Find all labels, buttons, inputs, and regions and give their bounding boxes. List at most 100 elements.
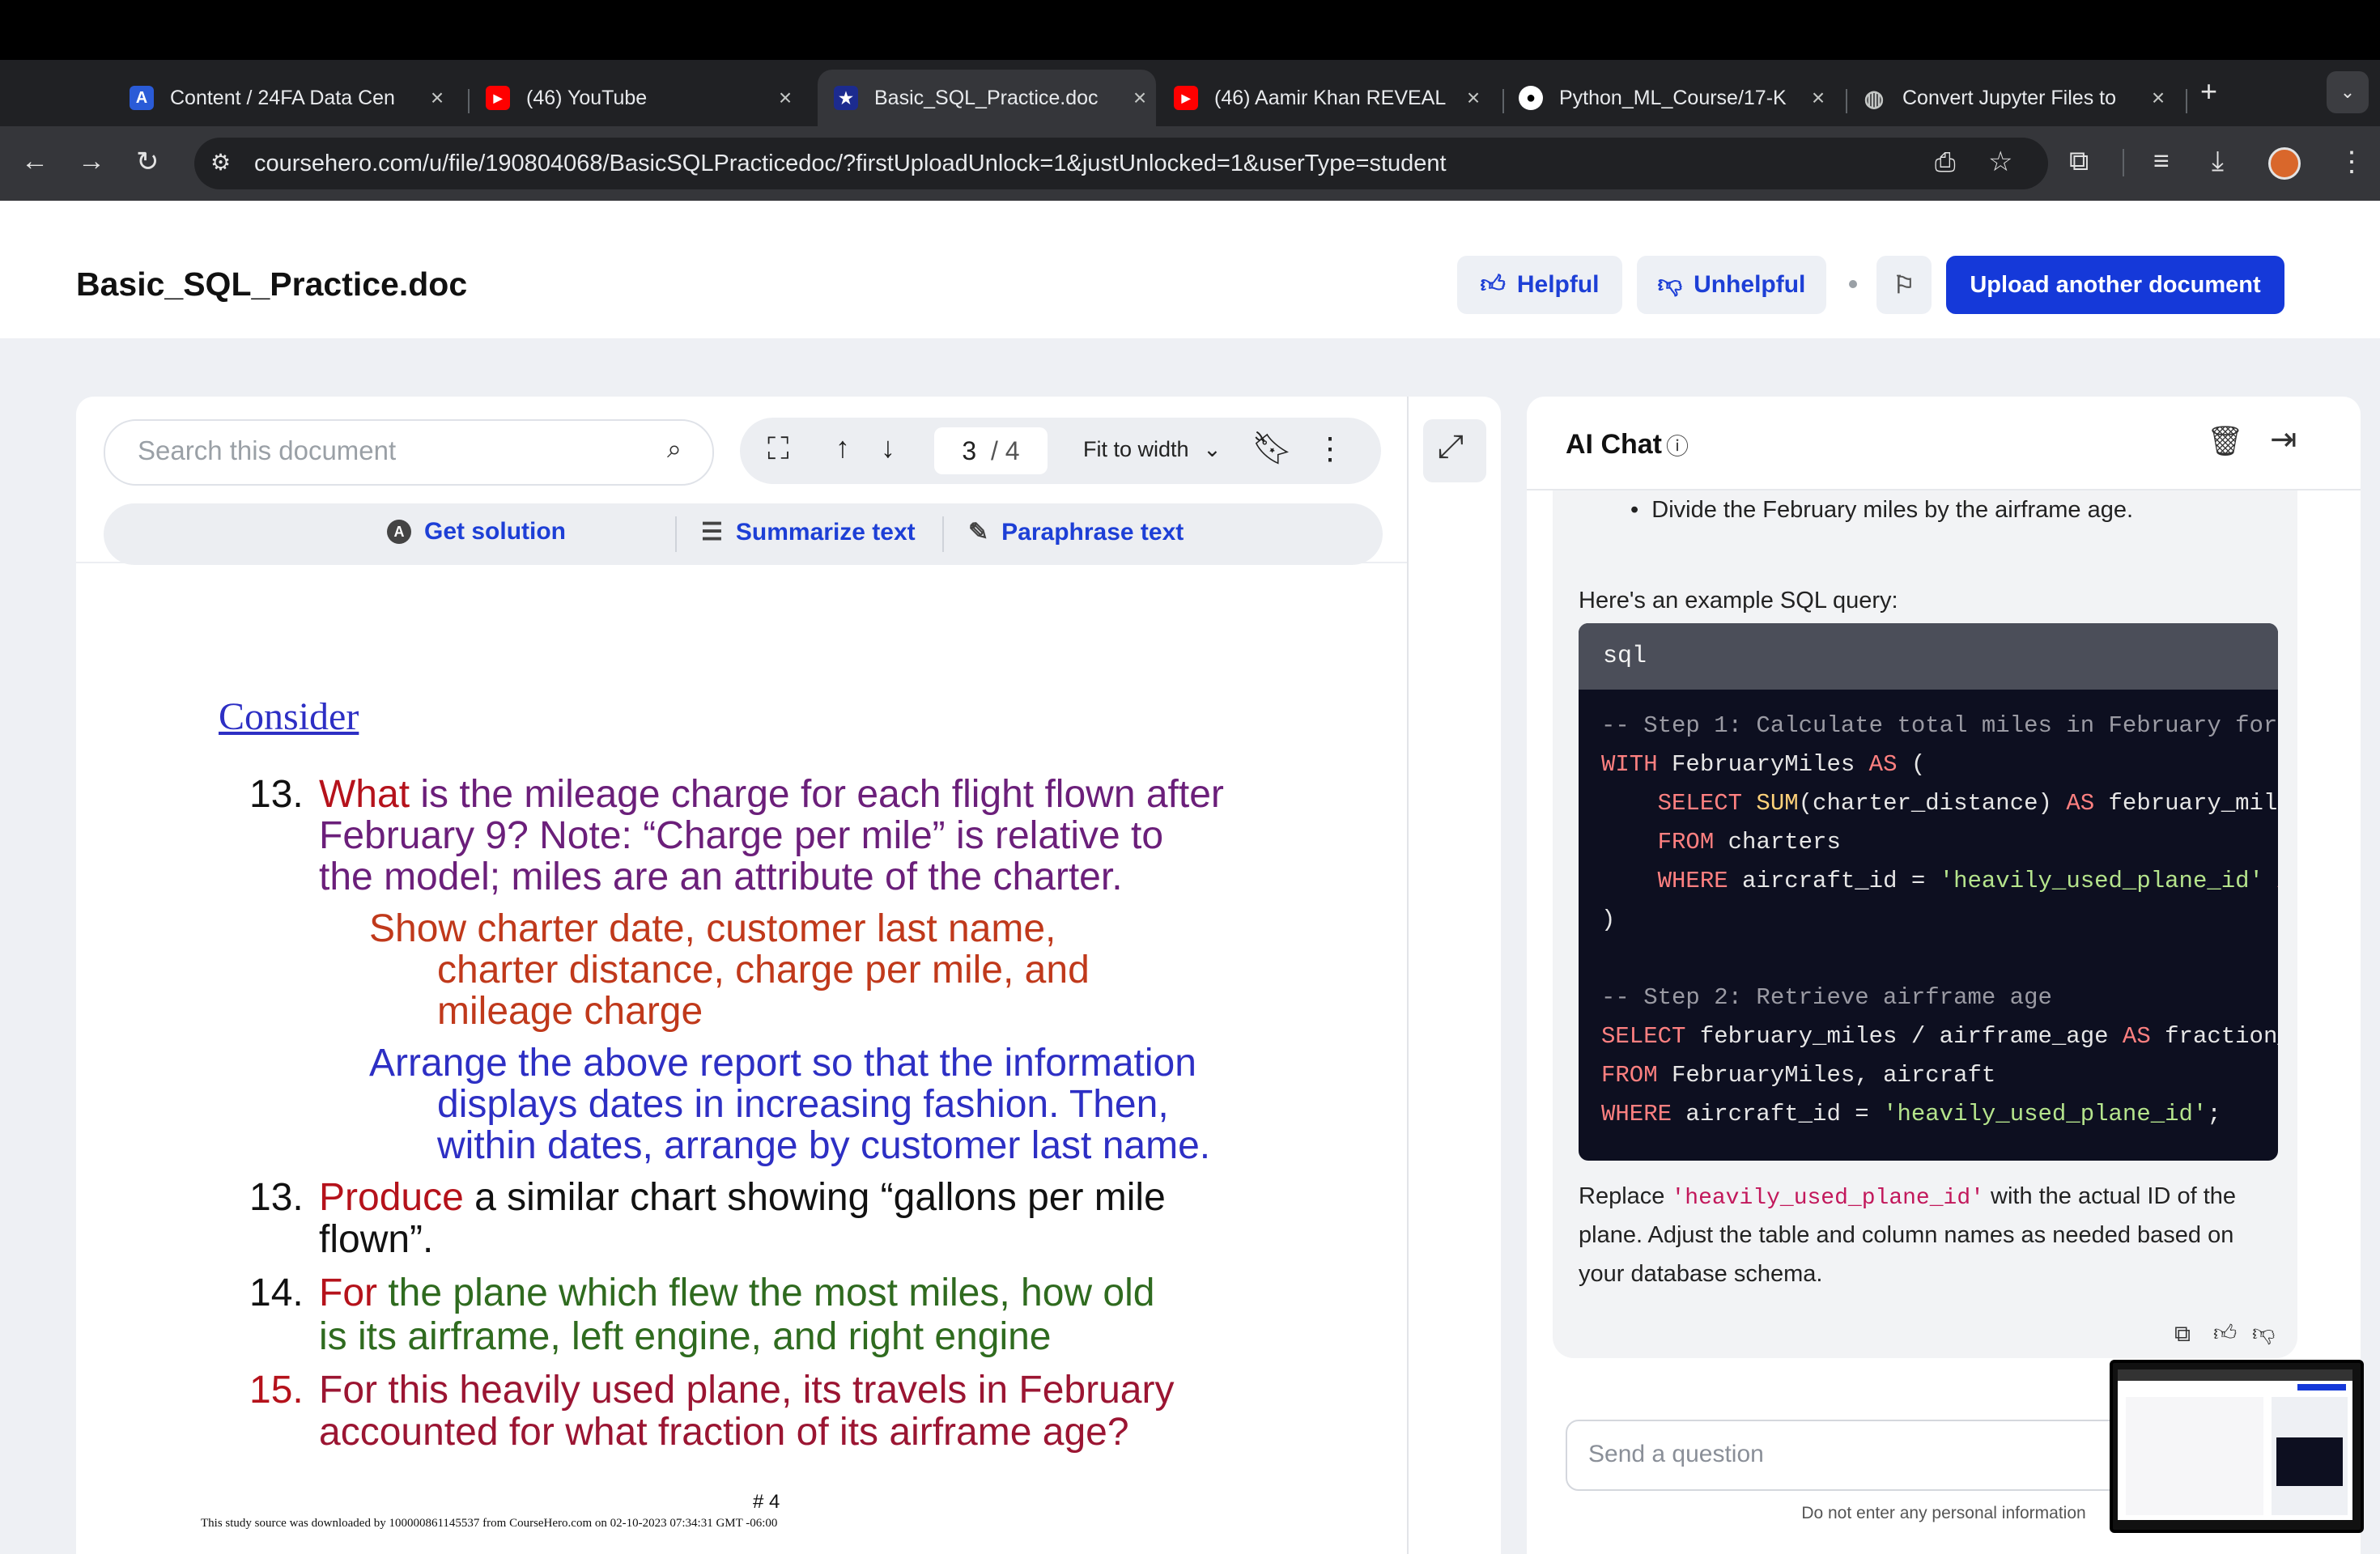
tab-content[interactable]: A Content / 24FA Data Cen ×: [130, 70, 453, 126]
upload-document-button[interactable]: Upload another document: [1946, 256, 2284, 314]
get-solution-button[interactable]: A Get solution: [387, 518, 566, 546]
install-app-icon[interactable]: ⎙: [1935, 147, 1956, 178]
new-tab-button[interactable]: +: [2200, 74, 2217, 108]
close-tab-icon[interactable]: ×: [1802, 85, 1834, 111]
page-indicator[interactable]: 3 / 4: [934, 427, 1048, 474]
q14-number: 14.: [249, 1272, 304, 1314]
thumbs-down-icon[interactable]: 👎︎: [2252, 1319, 2275, 1347]
pencil-icon: ✎: [968, 519, 989, 546]
code-language: sql: [1603, 643, 1647, 670]
bookmark-star-icon[interactable]: ☆: [1988, 146, 2012, 178]
chat-replace-line2: plane. Adjust the table and column names…: [1579, 1222, 2234, 1248]
unhelpful-button[interactable]: 👎︎ Unhelpful: [1637, 256, 1826, 314]
trash-icon[interactable]: 🗑︎: [2207, 424, 2244, 458]
tab-youtube[interactable]: ▶ (46) YouTube ×: [486, 70, 801, 126]
tab-aamir[interactable]: ▶ (46) Aamir Khan REVEAL ×: [1174, 70, 1490, 126]
download-icon[interactable]: ⤓: [2212, 146, 2224, 177]
bookmark-icon[interactable]: 🔖︎: [1252, 429, 1293, 467]
thumbs-down-icon: 👎︎: [1657, 271, 1683, 298]
search-placeholder: Search this document: [138, 435, 397, 465]
media-icon[interactable]: ≡: [2153, 146, 2170, 177]
code-block: sql -- Step 1: Calculate total miles in …: [1579, 623, 2278, 1161]
q15-number: 15.: [249, 1369, 304, 1412]
code-token: SELECT: [1601, 1023, 1686, 1050]
tab-search-button[interactable]: ⌄: [2327, 71, 2369, 113]
copy-icon[interactable]: ⧉: [2174, 1321, 2191, 1348]
close-tab-icon[interactable]: ×: [2142, 85, 2174, 111]
back-icon[interactable]: ←: [21, 146, 49, 177]
helpful-label: Helpful: [1516, 271, 1600, 298]
page-navigation: ⛶ ↑ ↓ 3 / 4 Fit to width ⌄ 🔖︎ ⋮: [740, 418, 1381, 484]
extensions-icon[interactable]: ⧉: [2069, 146, 2089, 177]
summarize-label: Summarize text: [735, 518, 916, 546]
code-token: FROM: [1601, 829, 1715, 856]
address-bar[interactable]: ⚙ coursehero.com/u/file/190804068/BasicS…: [194, 138, 2048, 189]
avatar[interactable]: [2268, 147, 2301, 180]
tab-basic-sql[interactable]: ★ Basic_SQL_Practice.doc ×: [818, 70, 1156, 126]
search-input[interactable]: Search this document ⌕: [104, 419, 714, 486]
youtube-icon: ▶: [1174, 86, 1198, 110]
tab-title: (46) YouTube: [526, 86, 648, 109]
tab-github[interactable]: ● Python_ML_Course/17-K ×: [1519, 70, 1834, 126]
summarize-text-button[interactable]: ☰ Summarize text: [701, 518, 916, 546]
code-line: ): [1601, 906, 1616, 933]
code-token: fraction_o: [2165, 1023, 2278, 1050]
arrange-line3: within dates, arrange by customer last n…: [437, 1124, 1211, 1167]
code-token: 'heavily_used_plane_id': [1883, 1101, 2208, 1127]
thumbnail-preview: [2118, 1369, 2352, 1520]
thumbnail-doc: [2126, 1397, 2263, 1515]
arrow-up-icon[interactable]: ↑: [835, 431, 850, 465]
search-icon[interactable]: ⌕: [667, 434, 682, 465]
chat-bullet: • Divide the February miles by the airfr…: [1630, 497, 2134, 523]
page-total: / 4: [991, 435, 1020, 465]
chat-input[interactable]: Send a question: [1566, 1420, 2136, 1491]
menu-icon[interactable]: ⋮: [2338, 146, 2365, 178]
code-token: charters: [1714, 829, 1841, 856]
tab-divider: [1846, 89, 1847, 113]
code-line: SELECT february_miles / airframe_age AS …: [1601, 1023, 2278, 1050]
show-line1: Show charter date, customer last name,: [369, 907, 1056, 950]
report-flag-button[interactable]: ⚐: [1876, 256, 1932, 314]
chat-text-segment: with the actual ID of the: [1983, 1183, 2237, 1209]
paraphrase-text-button[interactable]: ✎ Paraphrase text: [968, 518, 1184, 546]
helpful-button[interactable]: 👍︎ Helpful: [1457, 256, 1622, 314]
close-tab-icon[interactable]: ×: [1457, 85, 1490, 111]
site-settings-icon[interactable]: ⚙: [210, 149, 231, 176]
code-token: SELECT: [1601, 790, 1743, 817]
chat-header: AI Chat ⓘ 🗑︎ ⇥: [1527, 397, 2361, 490]
collapse-panel-icon[interactable]: ⇥: [2270, 421, 2297, 458]
code-token: AN: [2263, 868, 2278, 894]
code-line: SELECT SUM(charter_distance) AS february…: [1601, 790, 2278, 817]
more-options-icon[interactable]: ⋮: [1315, 431, 1345, 467]
fullscreen-icon[interactable]: ⛶: [767, 432, 789, 467]
separator-dot: [1849, 280, 1857, 288]
forward-icon[interactable]: →: [78, 146, 105, 177]
q14-line2: is its airframe, left engine, and right …: [319, 1315, 1052, 1358]
close-tab-icon[interactable]: ×: [769, 85, 801, 111]
close-tab-icon[interactable]: ×: [421, 85, 453, 111]
code-token: (: [1897, 751, 1926, 778]
solution-icon: A: [387, 520, 411, 544]
code-token: AS: [2066, 790, 2095, 817]
arrow-down-icon[interactable]: ↓: [881, 431, 895, 465]
tool-divider: [675, 516, 677, 552]
zoom-select[interactable]: Fit to width ⌄: [1083, 437, 1222, 462]
q13a-line1: What is the mileage charge for each flig…: [319, 774, 1224, 815]
url-text: coursehero.com/u/file/190804068/BasicSQL…: [254, 151, 1447, 176]
document-viewer: Search this document ⌕ ⛶ ↑ ↓ 3 / 4 Fit t…: [76, 397, 1501, 1554]
thumbs-up-icon[interactable]: 👍︎: [2213, 1319, 2237, 1347]
arrange-line2: displays dates in increasing fashion. Th…: [437, 1083, 1169, 1126]
code-token: (charter_distance): [1798, 790, 2067, 817]
screenshot-thumbnail[interactable]: [2110, 1360, 2364, 1533]
viewer-divider: [76, 562, 1407, 563]
thumbs-up-icon: 👍︎: [1480, 271, 1506, 298]
tab-title: Content / 24FA Data Cen: [170, 86, 395, 109]
show-line3: mileage charge: [437, 990, 703, 1033]
expand-button[interactable]: ⤢: [1423, 419, 1486, 482]
reload-icon[interactable]: ↻: [136, 146, 159, 178]
info-icon[interactable]: ⓘ: [1666, 429, 1689, 461]
close-tab-icon[interactable]: ×: [1124, 85, 1156, 111]
q13b-word: Produce: [319, 1176, 464, 1219]
tab-convert-jupyter[interactable]: ◍ Convert Jupyter Files to ×: [1862, 70, 2174, 126]
thumbnail-bar: [2118, 1369, 2352, 1381]
